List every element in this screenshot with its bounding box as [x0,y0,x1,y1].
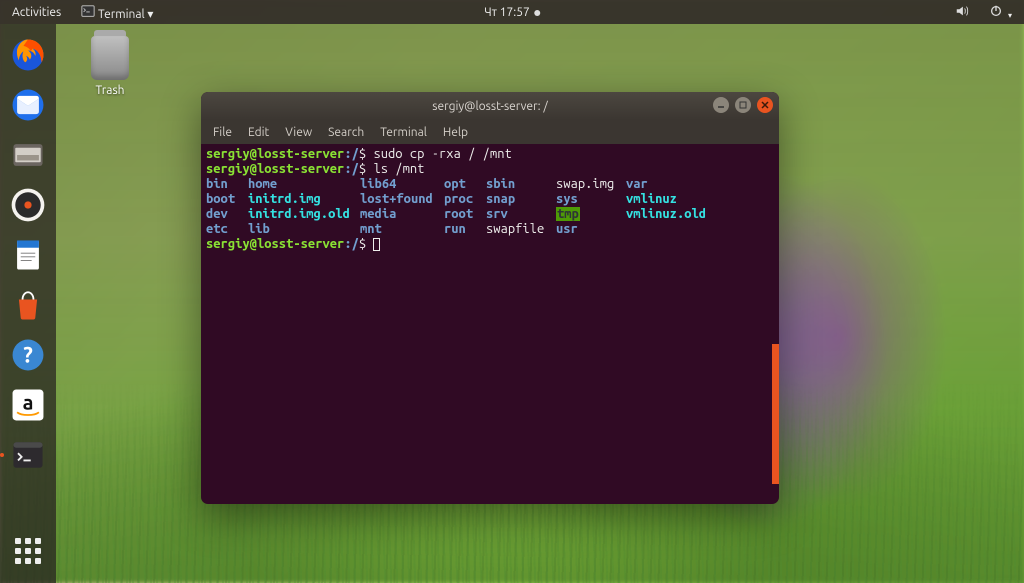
firefox-icon [8,35,48,75]
launcher-help[interactable]: ? [6,333,50,377]
prompt-user: sergiy@losst-server [206,237,344,251]
prompt-path: / [352,147,359,161]
minimize-icon [717,101,725,109]
ls-output: binhomelib64optsbinswap.imgvarbootinitrd… [206,177,774,237]
prompt-path: / [352,162,359,176]
launcher-software[interactable] [6,283,50,327]
window-maximize-button[interactable] [735,97,751,113]
launcher-dock: ? a [0,24,56,583]
launcher-files[interactable] [6,133,50,177]
prompt-sep: : [344,147,351,161]
volume-indicator[interactable] [951,4,973,21]
maximize-icon [739,101,747,109]
thunderbird-icon [8,85,48,125]
window-titlebar[interactable]: sergiy@losst-server: / [201,92,779,120]
terminal-cursor [373,238,380,251]
prompt-sep: : [344,162,351,176]
menu-terminal[interactable]: Terminal [374,124,433,141]
clock[interactable]: Чт 17:57 [480,6,544,19]
command-2: ls /mnt [373,162,424,176]
window-title: sergiy@losst-server: / [432,100,548,113]
menu-file[interactable]: File [207,124,238,141]
prompt-user: sergiy@losst-server [206,162,344,176]
launcher-firefox[interactable] [6,33,50,77]
desktop-trash[interactable]: Trash [78,36,142,97]
app-menu-label: Terminal ▾ [98,8,153,21]
menu-edit[interactable]: Edit [242,124,275,141]
terminal-window: sergiy@losst-server: / File Edit View Se… [201,92,779,504]
menu-view[interactable]: View [279,124,318,141]
prompt-dollar: $ [359,237,366,251]
files-icon [8,135,48,175]
svg-text:a: a [23,391,34,414]
power-indicator[interactable]: ▾ [985,4,1016,21]
prompt-user: sergiy@losst-server [206,147,344,161]
launcher-rhythmbox[interactable] [6,183,50,227]
prompt-sep: : [344,237,351,251]
amazon-icon: a [8,385,48,425]
launcher-terminal[interactable] [6,433,50,477]
launcher-thunderbird[interactable] [6,83,50,127]
terminal-app-icon [8,435,48,475]
help-icon: ? [8,335,48,375]
terminal-output[interactable]: sergiy@losst-server:/$ sudo cp -rxa / /m… [201,144,779,504]
top-bar: Activities Terminal ▾ Чт 17:57 ▾ [0,0,1024,24]
launcher-writer[interactable] [6,233,50,277]
terminal-menubar: File Edit View Search Terminal Help [201,120,779,144]
activities-button[interactable]: Activities [8,6,65,19]
volume-icon [955,4,969,18]
document-icon [8,235,48,275]
shopping-bag-icon [8,285,48,325]
trash-icon [91,36,129,80]
svg-text:?: ? [23,343,33,367]
terminal-scrollbar[interactable] [772,344,779,484]
close-icon [761,101,769,109]
prompt-dollar: $ [359,162,366,176]
window-minimize-button[interactable] [713,97,729,113]
app-menu-button[interactable]: Terminal ▾ [77,4,157,21]
menu-search[interactable]: Search [322,124,370,141]
show-applications-button[interactable] [6,529,50,573]
power-icon [989,4,1003,18]
window-close-button[interactable] [757,97,773,113]
launcher-amazon[interactable]: a [6,383,50,427]
music-icon [8,185,48,225]
terminal-icon [81,4,95,18]
command-1: sudo cp -rxa / /mnt [373,147,511,161]
prompt-path: / [352,237,359,251]
trash-label: Trash [78,84,142,97]
menu-help[interactable]: Help [437,124,474,141]
prompt-dollar: $ [359,147,366,161]
